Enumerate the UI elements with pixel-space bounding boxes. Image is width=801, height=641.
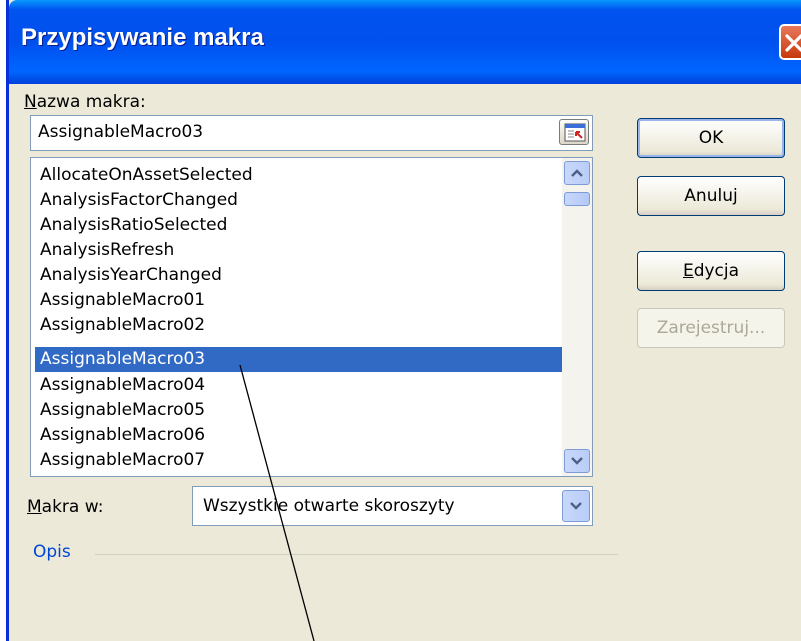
annotation-pointer-line	[239, 364, 315, 641]
